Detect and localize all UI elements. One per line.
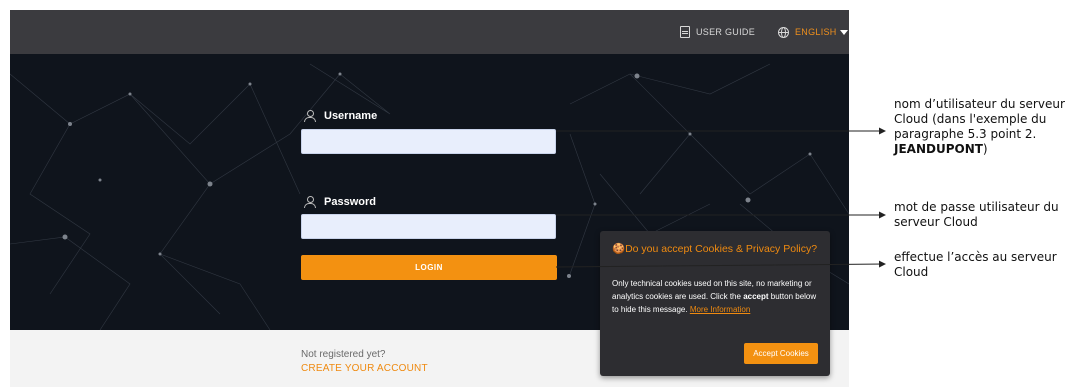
username-annotation: nom d’utilisateur du serveur Cloud (dans…: [894, 97, 1086, 157]
login-arrow: [555, 260, 886, 268]
password-annotation: mot de passe utilisateur du serveur Clou…: [894, 200, 1059, 229]
annotation-arrows: [555, 127, 886, 268]
username-annotation-end: ): [982, 142, 988, 156]
username-annotation-text: nom d’utilisateur du serveur Cloud (dans…: [894, 97, 1065, 141]
login-annotation: effectue l’accès au serveur Cloud: [894, 250, 1057, 279]
username-annotation-bold: JEANDUPONT: [894, 142, 983, 156]
